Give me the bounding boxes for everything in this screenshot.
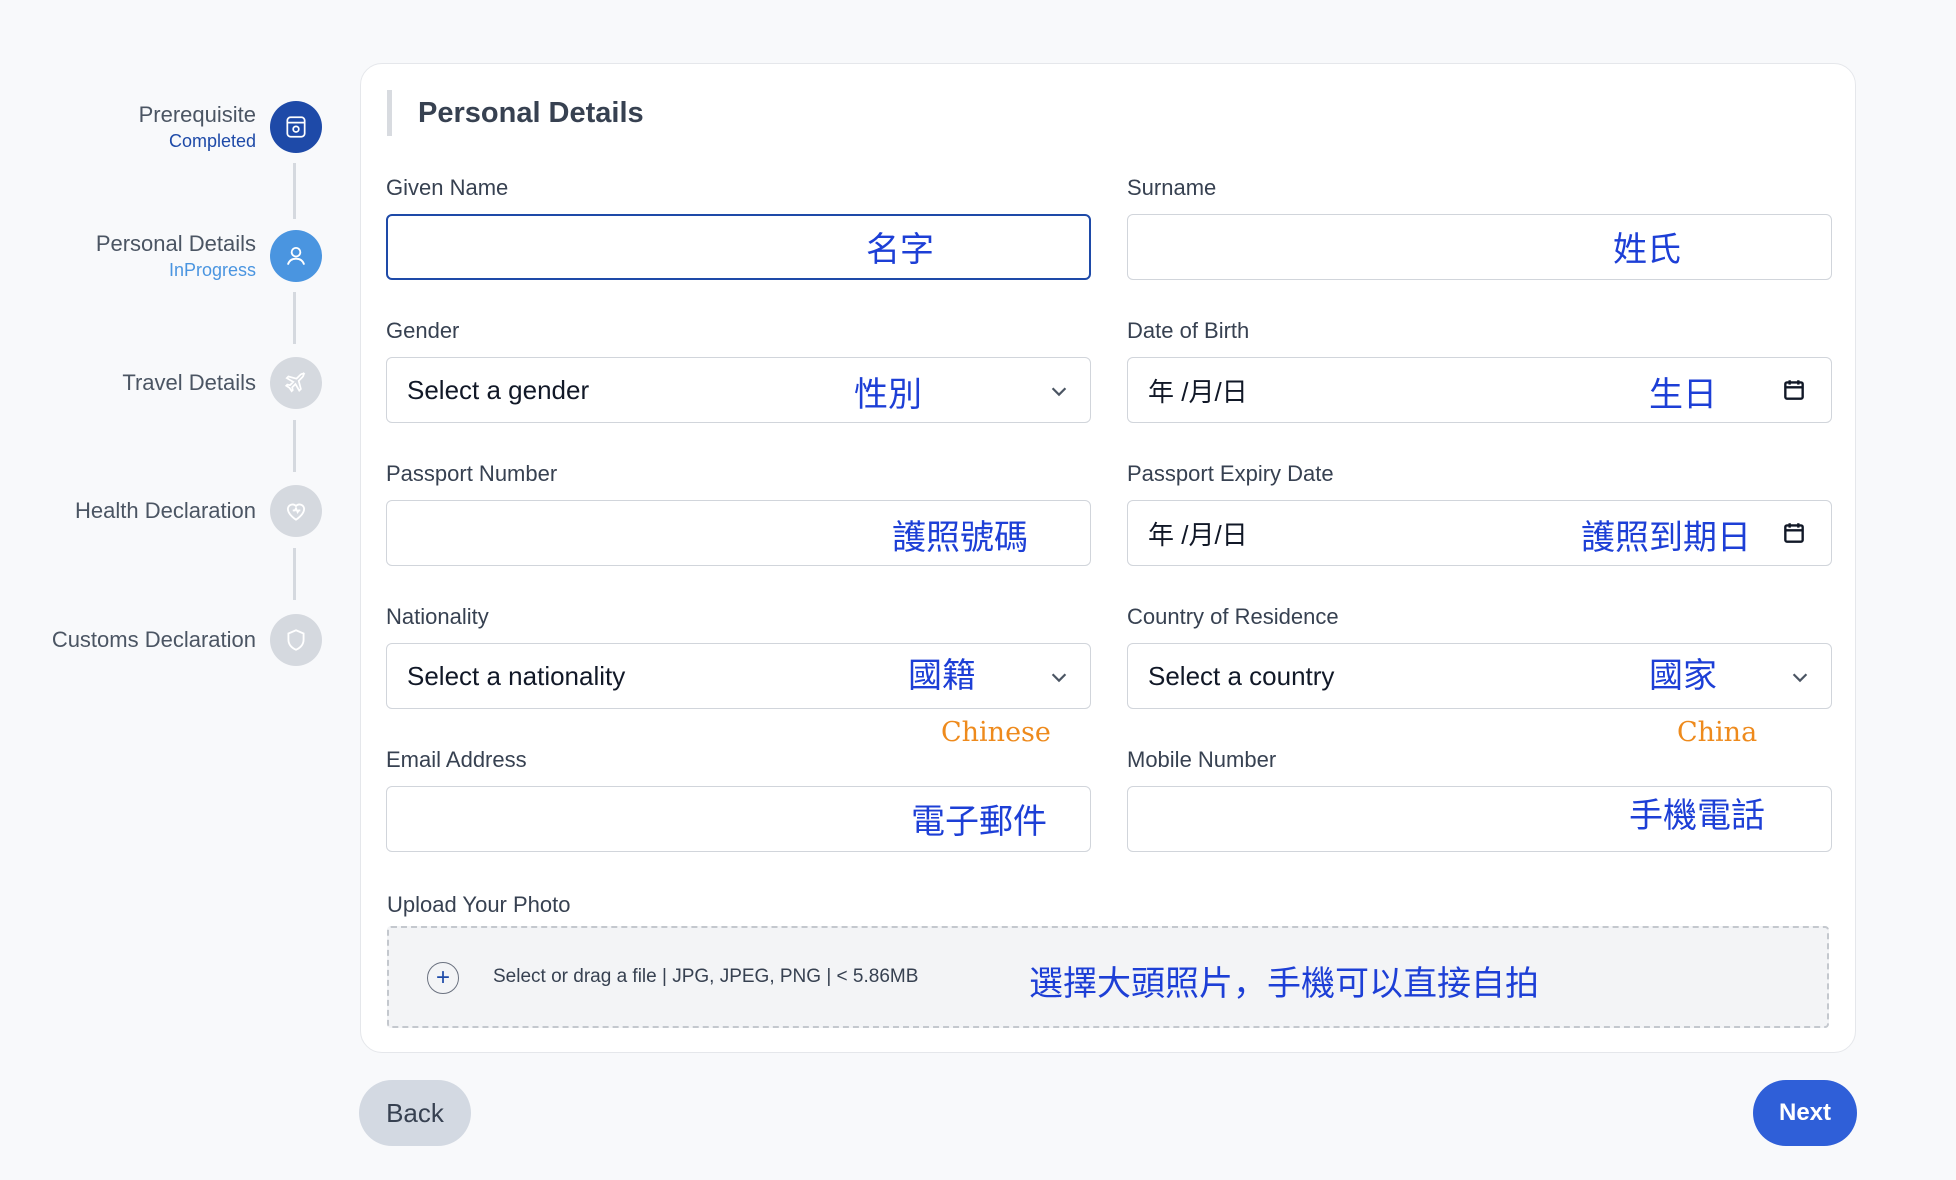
country-label: Country of Residence <box>1127 604 1339 629</box>
passport-number-label: Passport Number <box>386 461 558 486</box>
passport-expiry-label: Passport Expiry Date <box>1127 461 1334 486</box>
given-name-input[interactable] <box>408 233 1069 261</box>
dob-value: 年 /月/日 <box>1148 376 1248 407</box>
stepper-connector <box>293 420 296 472</box>
surname-input[interactable] <box>1148 233 1811 261</box>
surname-field: Surname 姓氏 <box>1127 174 1832 280</box>
plus-icon[interactable]: + <box>427 962 459 994</box>
plane-icon <box>270 357 322 409</box>
section-title: Personal Details <box>387 90 644 136</box>
step-travel-details[interactable]: Travel Details <box>122 357 322 409</box>
personal-details-card: Personal Details Given Name 名字 Surname 姓… <box>360 63 1856 1053</box>
country-field: Country of Residence Select a country 國家… <box>1127 603 1832 748</box>
email-field: Email Address 電子郵件 <box>386 746 1091 852</box>
passport-number-input[interactable] <box>407 519 1070 547</box>
given-name-label: Given Name <box>386 175 509 200</box>
upload-hint: Select or drag a file | JPG, JPEG, PNG |… <box>493 966 919 987</box>
shield-icon <box>270 614 322 666</box>
step-label: Health Declaration <box>75 498 256 523</box>
surname-label: Surname <box>1127 175 1217 200</box>
gender-selected-value: Select a gender <box>407 374 590 405</box>
mobile-label: Mobile Number <box>1127 747 1277 772</box>
dob-input[interactable]: 年 /月/日 <box>1127 357 1832 423</box>
country-selected-value: Select a country <box>1148 660 1335 691</box>
nationality-note: Chinese <box>941 717 1051 748</box>
next-button[interactable]: Next <box>1753 1080 1857 1146</box>
email-input[interactable] <box>407 805 1070 833</box>
step-label: Travel Details <box>122 370 256 395</box>
progress-stepper: Prerequisite Completed Personal Details … <box>0 0 340 700</box>
given-name-box <box>386 214 1091 280</box>
mobile-input[interactable] <box>1148 805 1811 833</box>
user-icon <box>270 230 322 282</box>
passport-expiry-field: Passport Expiry Date 年 /月/日 護照到期日 <box>1127 460 1832 566</box>
calendar-icon[interactable] <box>1781 377 1807 403</box>
document-icon <box>270 101 322 153</box>
stepper-connector <box>293 548 296 600</box>
upload-label: Upload Your Photo <box>387 892 571 917</box>
gender-field: Gender Select a gender 性別 <box>386 317 1091 423</box>
given-name-field: Given Name 名字 <box>386 174 1091 280</box>
surname-box <box>1127 214 1832 280</box>
dob-label: Date of Birth <box>1127 318 1250 343</box>
chevron-down-icon <box>1792 673 1808 683</box>
photo-upload-dropzone[interactable]: + Select or drag a file | JPG, JPEG, PNG… <box>387 926 1829 1028</box>
back-button[interactable]: Back <box>359 1080 471 1146</box>
step-status: InProgress <box>168 260 256 280</box>
nationality-label: Nationality <box>386 604 489 629</box>
gender-label: Gender <box>386 318 460 343</box>
upload-annotation: 選擇大頭照片，手機可以直接自拍 <box>1029 964 1539 1004</box>
email-label: Email Address <box>386 747 527 772</box>
dob-field: Date of Birth 年 /月/日 生日 <box>1127 317 1832 423</box>
step-status: Completed <box>168 131 256 151</box>
nationality-field: Nationality Select a nationality 國籍 Chin… <box>386 603 1091 748</box>
heart-icon <box>270 485 322 537</box>
chevron-down-icon <box>1051 387 1067 397</box>
step-health-declaration[interactable]: Health Declaration <box>75 485 322 537</box>
nationality-selected-value: Select a nationality <box>407 660 626 691</box>
passport-expiry-value: 年 /月/日 <box>1148 519 1248 550</box>
mobile-field: Mobile Number 手機電話 <box>1127 746 1832 852</box>
chevron-down-icon <box>1051 673 1067 683</box>
passport-number-box <box>386 500 1091 566</box>
nationality-select[interactable]: Select a nationality <box>386 643 1091 709</box>
passport-number-field: Passport Number 護照號碼 <box>386 460 1091 566</box>
country-select[interactable]: Select a country <box>1127 643 1832 709</box>
step-prerequisite[interactable]: Prerequisite Completed <box>139 101 322 153</box>
step-customs-declaration[interactable]: Customs Declaration <box>52 614 322 666</box>
step-label: Customs Declaration <box>51 627 256 652</box>
country-note: China <box>1677 717 1758 748</box>
calendar-icon[interactable] <box>1781 520 1807 546</box>
step-label: Prerequisite <box>138 102 256 127</box>
mobile-box <box>1127 786 1832 852</box>
stepper-connector <box>293 292 296 344</box>
stepper-connector <box>293 163 296 219</box>
step-label: Personal Details <box>95 231 256 256</box>
gender-select[interactable]: Select a gender <box>386 357 1091 423</box>
passport-expiry-input[interactable]: 年 /月/日 <box>1127 500 1832 566</box>
email-box <box>386 786 1091 852</box>
step-personal-details[interactable]: Personal Details InProgress <box>96 230 322 282</box>
